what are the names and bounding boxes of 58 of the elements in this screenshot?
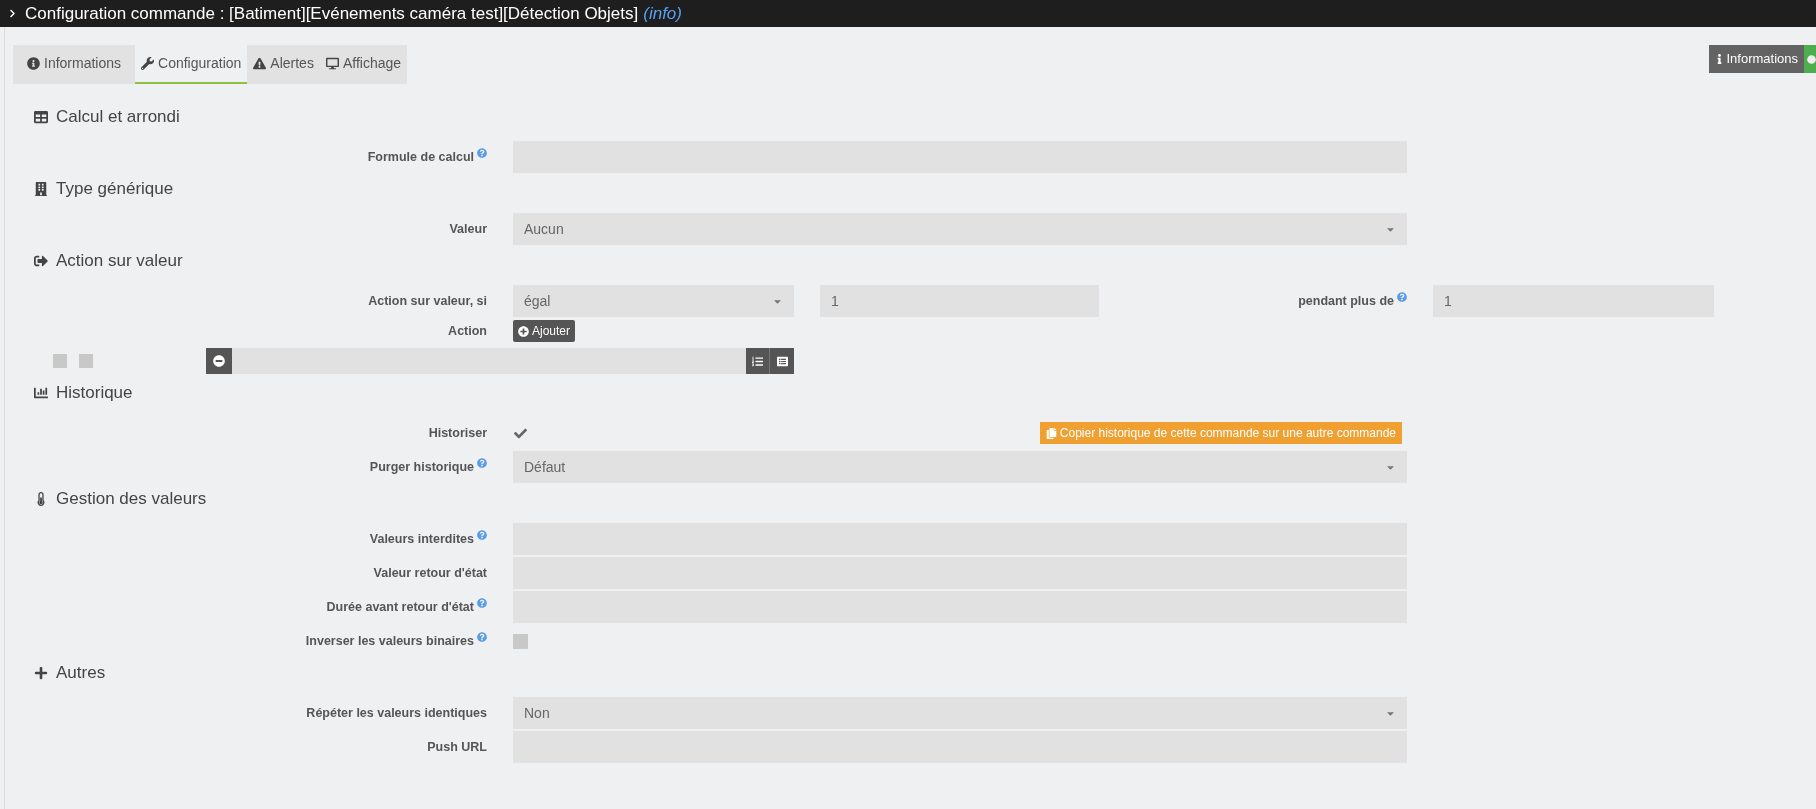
remove-button[interactable]: [206, 348, 232, 374]
warning-icon: [253, 57, 267, 70]
status-button[interactable]: [1804, 45, 1816, 73]
help-icon[interactable]: [1397, 292, 1407, 302]
field-label: Action sur valeur, si: [368, 292, 487, 310]
help-icon[interactable]: [477, 458, 487, 468]
list-button[interactable]: [770, 348, 794, 374]
add-button[interactable]: Ajouter: [513, 320, 576, 342]
help-icon[interactable]: [477, 632, 487, 642]
help-icon[interactable]: [477, 598, 487, 608]
tab[interactable]: Alertes: [247, 45, 320, 84]
field-label: Durée avant retour d'état: [326, 598, 474, 616]
field-label: Inverser les valeurs binaires: [305, 632, 474, 650]
field-label: Valeurs interdites: [369, 530, 474, 548]
info-icon: [27, 57, 40, 70]
info-link[interactable]: (info): [643, 0, 682, 27]
checkbox[interactable]: [513, 633, 528, 649]
tab[interactable]: Affichage: [319, 45, 408, 84]
copy-icon: [1045, 427, 1057, 439]
table-icon: [34, 110, 48, 124]
numbered-list-icon: [752, 355, 763, 367]
exit-icon: [34, 254, 48, 268]
help-icon[interactable]: [477, 148, 487, 158]
section-heading: Historique: [56, 382, 133, 405]
list-icon: [776, 355, 788, 367]
field-label: Valeur: [449, 220, 487, 238]
field-label: pendant plus de: [1298, 292, 1394, 310]
select-field[interactable]: Aucun: [513, 213, 1407, 245]
field-label: Répéter les valeurs identiques: [306, 704, 487, 722]
help-icon[interactable]: [477, 530, 487, 540]
field-label: Push URL: [427, 738, 487, 756]
monitor-icon: [325, 57, 339, 70]
bar-chart-icon: [34, 386, 48, 400]
list-button[interactable]: [746, 348, 770, 374]
section-heading: Gestion des valeurs: [56, 488, 207, 511]
window-title: Configuration commande : [Batiment][Evénements caméra test][Détection Objets]: [25, 2, 639, 25]
select-field[interactable]: Défaut: [513, 451, 1407, 483]
section-heading: Autres: [56, 662, 106, 685]
wrench-icon: [141, 57, 155, 70]
section-heading: Calcul et arrondi: [56, 106, 180, 129]
section-heading: Action sur valeur: [56, 250, 183, 273]
plus-icon: [34, 666, 48, 680]
field-label: Action: [448, 322, 487, 340]
chevron-icon: [8, 9, 17, 18]
select-field[interactable]: égal: [513, 285, 794, 317]
input-field[interactable]: 1: [820, 285, 1099, 317]
input-field[interactable]: 1: [1433, 285, 1714, 317]
select-field[interactable]: Non: [513, 697, 1407, 729]
checkbox[interactable]: [53, 354, 67, 368]
field-label: Historiser: [428, 424, 487, 442]
checkbox[interactable]: [79, 354, 93, 368]
field-label: Valeur retour d'état: [373, 564, 487, 582]
field-label: Formule de calcul: [367, 148, 474, 166]
section-heading: Type générique: [56, 178, 174, 201]
informations-button[interactable]: Informations: [1709, 45, 1804, 73]
field-label: Purger historique: [369, 458, 474, 476]
building-icon: [34, 182, 48, 196]
tab[interactable]: Informations: [13, 45, 136, 84]
